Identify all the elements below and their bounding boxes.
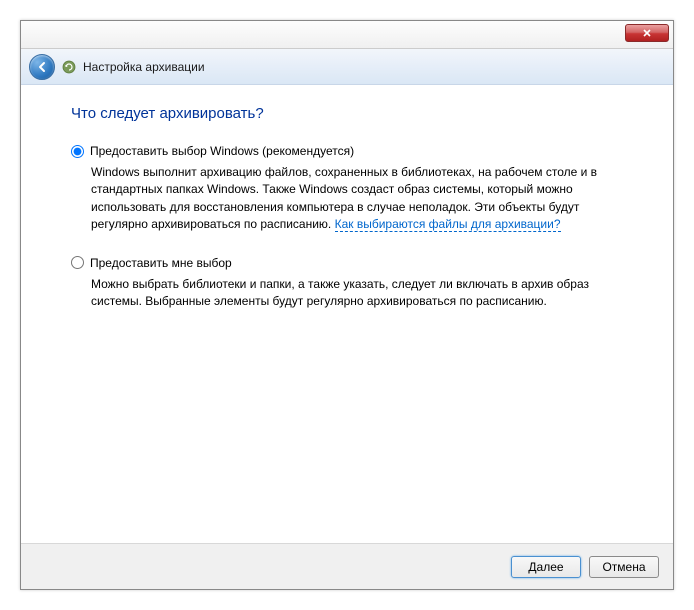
radio-me-choose[interactable]: [71, 256, 84, 269]
option-let-me-choose: Предоставить мне выбор Можно выбрать биб…: [71, 256, 633, 311]
header-title: Настройка архивации: [83, 60, 205, 74]
header-bar: Настройка архивации: [21, 49, 673, 85]
cancel-button[interactable]: Отмена: [589, 556, 659, 578]
option-radio-group[interactable]: Предоставить выбор Windows (рекомендуетс…: [71, 144, 633, 158]
help-link-file-selection[interactable]: Как выбираются файлы для архивации?: [335, 217, 561, 232]
option-description: Можно выбрать библиотеки и папки, а такж…: [91, 276, 633, 311]
next-button[interactable]: Далее: [511, 556, 581, 578]
option-label: Предоставить мне выбор: [90, 256, 232, 270]
dialog-window: Настройка архивации Что следует архивиро…: [20, 20, 674, 590]
option-description: Windows выполнит архивацию файлов, сохра…: [91, 164, 633, 234]
footer-bar: Далее Отмена: [21, 543, 673, 589]
option-label: Предоставить выбор Windows (рекомендуетс…: [90, 144, 354, 158]
radio-windows-choose[interactable]: [71, 145, 84, 158]
option-radio-group[interactable]: Предоставить мне выбор: [71, 256, 633, 270]
arrow-left-icon: [35, 60, 49, 74]
close-button[interactable]: [625, 24, 669, 42]
content-area: Что следует архивировать? Предоставить в…: [21, 85, 673, 310]
back-button[interactable]: [29, 54, 55, 80]
option-let-windows-choose: Предоставить выбор Windows (рекомендуетс…: [71, 144, 633, 234]
page-title: Что следует архивировать?: [71, 105, 633, 122]
titlebar: [21, 21, 673, 49]
backup-icon: [61, 59, 77, 75]
close-icon: [642, 28, 652, 38]
